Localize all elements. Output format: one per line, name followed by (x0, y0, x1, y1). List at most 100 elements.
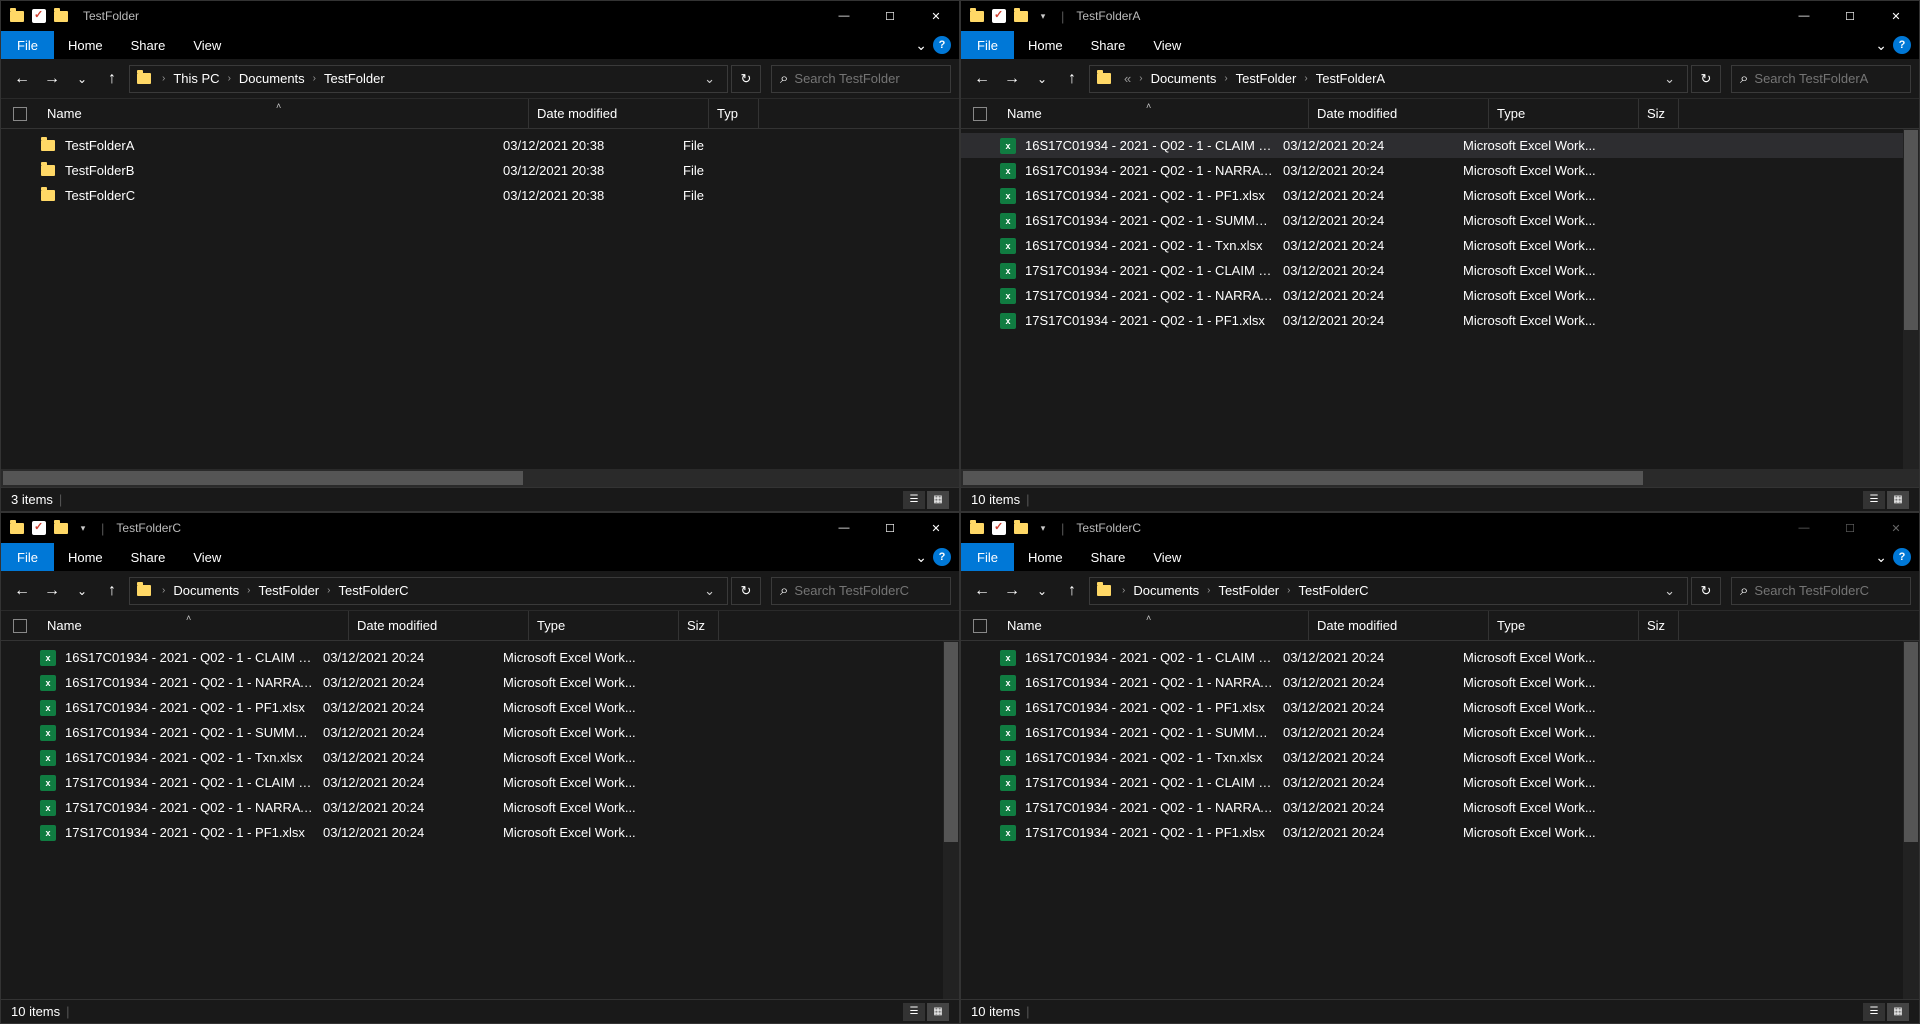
vertical-scrollbar[interactable] (1903, 641, 1919, 999)
view-icons-button[interactable]: ▦ (1887, 491, 1909, 509)
column-siz[interactable]: Siz (1639, 99, 1679, 128)
chevron-right-icon[interactable]: › (1222, 73, 1229, 84)
breadcrumb-segment[interactable]: Documents (235, 71, 309, 86)
file-row[interactable]: 17S17C01934 - 2021 - Q02 - 1 - PF1.xlsx0… (961, 820, 1919, 845)
file-list[interactable]: TestFolderA03/12/2021 20:38FileTestFolde… (1, 129, 959, 469)
ribbon-tab-share[interactable]: Share (117, 31, 180, 59)
help-button[interactable]: ? (933, 548, 951, 566)
recent-dropdown[interactable]: ⌄ (1029, 578, 1055, 604)
column-type[interactable]: Type (1489, 611, 1639, 640)
file-row[interactable]: 17S17C01934 - 2021 - Q02 - 1 - CLAIM - H… (1, 770, 959, 795)
file-row[interactable]: 17S17C01934 - 2021 - Q02 - 1 - NARRATIVE… (961, 283, 1919, 308)
maximize-button[interactable]: ☐ (867, 1, 913, 31)
column-type[interactable]: Type (529, 611, 679, 640)
file-menu[interactable]: File (961, 543, 1014, 571)
file-row[interactable]: 17S17C01934 - 2021 - Q02 - 1 - CLAIM - H… (961, 770, 1919, 795)
chevron-right-icon[interactable]: › (325, 585, 332, 596)
file-row[interactable]: 16S17C01934 - 2021 - Q02 - 1 - SUMMARY .… (961, 208, 1919, 233)
column-date-modified[interactable]: Date modified (349, 611, 529, 640)
breadcrumb-segment[interactable]: Documents (1147, 71, 1221, 86)
maximize-button[interactable]: ☐ (1827, 513, 1873, 543)
select-all-checkbox[interactable] (973, 619, 987, 633)
close-button[interactable]: ✕ (1873, 1, 1919, 31)
file-row[interactable]: 17S17C01934 - 2021 - Q02 - 1 - PF1.xlsx0… (1, 820, 959, 845)
breadcrumb-dropdown[interactable]: ⌄ (1658, 71, 1681, 87)
refresh-button[interactable]: ↻ (731, 577, 761, 605)
search-input[interactable] (794, 583, 942, 598)
vertical-scrollbar[interactable] (943, 641, 959, 999)
file-row[interactable]: 16S17C01934 - 2021 - Q02 - 1 - SUMMARY .… (961, 720, 1919, 745)
file-row[interactable]: 16S17C01934 - 2021 - Q02 - 1 - PF1.xlsx0… (961, 695, 1919, 720)
ribbon-tab-view[interactable]: View (1139, 31, 1195, 59)
chevron-down-icon[interactable]: ⌄ (915, 37, 927, 54)
ribbon-tab-home[interactable]: Home (1014, 31, 1077, 59)
file-menu[interactable]: File (1, 543, 54, 571)
search-input[interactable] (1754, 583, 1902, 598)
back-button[interactable]: ← (969, 578, 995, 604)
back-button[interactable]: ← (9, 66, 35, 92)
column-date-modified[interactable]: Date modified (1309, 99, 1489, 128)
refresh-button[interactable]: ↻ (731, 65, 761, 93)
breadcrumb-dropdown[interactable]: ⌄ (1658, 583, 1681, 599)
file-list[interactable]: 16S17C01934 - 2021 - Q02 - 1 - CLAIM - H… (961, 641, 1919, 999)
chevron-right-icon[interactable]: › (1205, 585, 1212, 596)
column-name[interactable]: Name˄ (39, 611, 349, 640)
horizontal-scrollbar[interactable] (1, 469, 959, 487)
file-row[interactable]: 16S17C01934 - 2021 - Q02 - 1 - Txn.xlsx0… (961, 233, 1919, 258)
breadcrumb-segment[interactable]: TestFolder (254, 583, 323, 598)
vertical-scrollbar[interactable] (1903, 129, 1919, 469)
ribbon-tab-view[interactable]: View (179, 31, 235, 59)
file-row[interactable]: 16S17C01934 - 2021 - Q02 - 1 - CLAIM - H… (1, 645, 959, 670)
chevron-right-icon[interactable]: › (1285, 585, 1292, 596)
file-row[interactable]: 16S17C01934 - 2021 - Q02 - 1 - NARRATIVE… (961, 158, 1919, 183)
column-siz[interactable]: Siz (679, 611, 719, 640)
up-button[interactable]: ↑ (1059, 578, 1085, 604)
file-row[interactable]: 17S17C01934 - 2021 - Q02 - 1 - PF1.xlsx0… (961, 308, 1919, 333)
chevron-down-icon[interactable]: ⌄ (1875, 549, 1887, 566)
search-box[interactable]: ⌕ (1731, 65, 1911, 93)
chevron-right-icon[interactable]: › (160, 585, 167, 596)
titlebar[interactable]: ▾|TestFolderC—☐✕ (961, 513, 1919, 543)
file-row[interactable]: 16S17C01934 - 2021 - Q02 - 1 - NARRATIVE… (1, 670, 959, 695)
file-row[interactable]: 16S17C01934 - 2021 - Q02 - 1 - CLAIM - H… (961, 133, 1919, 158)
view-details-button[interactable]: ☰ (1863, 491, 1885, 509)
view-icons-button[interactable]: ▦ (927, 491, 949, 509)
up-button[interactable]: ↑ (99, 578, 125, 604)
help-button[interactable]: ? (933, 36, 951, 54)
select-all-checkbox[interactable] (13, 619, 27, 633)
breadcrumb-segment[interactable]: TestFolder (320, 71, 389, 86)
scrollbar-thumb[interactable] (1904, 130, 1918, 330)
titlebar[interactable]: TestFolder—☐✕ (1, 1, 959, 31)
column-date-modified[interactable]: Date modified (529, 99, 709, 128)
search-input[interactable] (794, 71, 942, 86)
breadcrumb-segment[interactable]: TestFolderA (1312, 71, 1389, 86)
forward-button[interactable]: → (39, 66, 65, 92)
back-button[interactable]: ← (969, 66, 995, 92)
close-button[interactable]: ✕ (913, 1, 959, 31)
breadcrumb-dropdown[interactable]: ⌄ (698, 71, 721, 87)
select-all-checkbox[interactable] (13, 107, 27, 121)
chevron-right-icon[interactable]: › (226, 73, 233, 84)
forward-button[interactable]: → (999, 66, 1025, 92)
breadcrumb[interactable]: ›This PC›Documents›TestFolder⌄ (129, 65, 728, 93)
select-all-checkbox[interactable] (973, 107, 987, 121)
breadcrumb-segment[interactable]: TestFolderC (1294, 583, 1372, 598)
close-button[interactable]: ✕ (913, 513, 959, 543)
ribbon-tab-share[interactable]: Share (117, 543, 180, 571)
breadcrumb[interactable]: ›Documents›TestFolder›TestFolderC⌄ (129, 577, 728, 605)
recent-dropdown[interactable]: ⌄ (69, 578, 95, 604)
minimize-button[interactable]: — (821, 513, 867, 543)
file-row[interactable]: 17S17C01934 - 2021 - Q02 - 1 - NARRATIVE… (961, 795, 1919, 820)
breadcrumb-segment[interactable]: TestFolderC (334, 583, 412, 598)
view-details-button[interactable]: ☰ (903, 1003, 925, 1021)
horizontal-scrollbar[interactable] (961, 469, 1919, 487)
back-button[interactable]: ← (9, 578, 35, 604)
ribbon-tab-view[interactable]: View (179, 543, 235, 571)
recent-dropdown[interactable]: ⌄ (69, 66, 95, 92)
forward-button[interactable]: → (999, 578, 1025, 604)
view-details-button[interactable]: ☰ (1863, 1003, 1885, 1021)
up-button[interactable]: ↑ (99, 66, 125, 92)
qat-dropdown-icon[interactable]: ▾ (1035, 8, 1051, 24)
chevron-right-icon[interactable]: › (311, 73, 318, 84)
file-menu[interactable]: File (961, 31, 1014, 59)
